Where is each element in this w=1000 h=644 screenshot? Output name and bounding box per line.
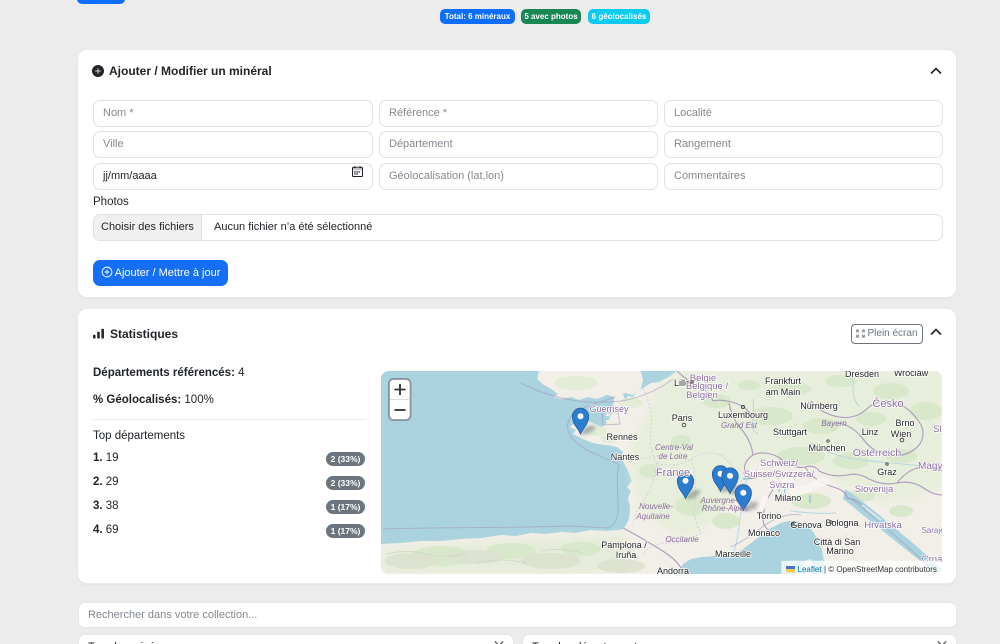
svg-text:Torino: Torino bbox=[757, 511, 782, 521]
svg-text:Brno: Brno bbox=[895, 418, 914, 428]
svg-text:Occitanie: Occitanie bbox=[665, 535, 699, 544]
svg-text:Milano: Milano bbox=[775, 493, 802, 503]
svg-text:Magya: Magya bbox=[918, 461, 942, 472]
svg-text:Rennes: Rennes bbox=[606, 432, 638, 442]
svg-text:München: München bbox=[808, 443, 845, 453]
svg-text:Hrvatska: Hrvatska bbox=[864, 520, 902, 531]
svg-text:Wien: Wien bbox=[891, 429, 912, 439]
svg-text:Genova: Genova bbox=[790, 520, 822, 530]
svg-text:| © OpenStreetMap contributors: | © OpenStreetMap contributors bbox=[824, 565, 937, 574]
svg-text:Monaco: Monaco bbox=[748, 528, 780, 538]
svg-text:Luxembourg: Luxembourg bbox=[718, 410, 768, 420]
svg-text:Slo: Slo bbox=[933, 424, 942, 435]
svg-text:Graz: Graz bbox=[877, 467, 897, 477]
svg-text:Andorra: Andorra bbox=[657, 566, 689, 574]
svg-text:Centre-Val: Centre-Val bbox=[655, 443, 693, 452]
svg-text:Nantes: Nantes bbox=[611, 452, 640, 462]
svg-text:Česko: Česko bbox=[872, 397, 903, 410]
svg-text:Dresden: Dresden bbox=[845, 371, 879, 379]
svg-text:Pamplona /: Pamplona / bbox=[601, 540, 647, 550]
svg-text:Leaflet: Leaflet bbox=[798, 565, 823, 574]
svg-text:Wroclaw: Wroclaw bbox=[894, 371, 929, 378]
svg-text:Marseille: Marseille bbox=[715, 549, 751, 559]
svg-text:Frankfurt: Frankfurt bbox=[765, 376, 802, 386]
svg-text:Grand Est: Grand Est bbox=[721, 421, 758, 430]
svg-text:Österreich: Österreich bbox=[853, 447, 902, 459]
svg-text:Bayern: Bayern bbox=[821, 419, 847, 428]
svg-text:Linz: Linz bbox=[862, 427, 879, 437]
svg-text:Iruña: Iruña bbox=[616, 550, 637, 560]
svg-text:Nouvelle-: Nouvelle- bbox=[639, 502, 673, 511]
svg-text:Suisse/Svizzera/: Suisse/Svizzera/ bbox=[744, 469, 815, 480]
svg-text:Rhône-Alpes: Rhône-Alpes bbox=[702, 504, 748, 513]
svg-text:Belgien: Belgien bbox=[686, 390, 718, 401]
svg-text:Paris: Paris bbox=[672, 413, 693, 423]
svg-text:Stuttgart: Stuttgart bbox=[773, 427, 808, 437]
svg-text:Guernsey: Guernsey bbox=[589, 404, 629, 414]
svg-text:Saraje: Saraje bbox=[921, 526, 942, 535]
svg-text:Nürnberg: Nürnberg bbox=[800, 401, 838, 411]
svg-text:Svizra: Svizra bbox=[769, 480, 794, 490]
svg-text:Aquitaine: Aquitaine bbox=[635, 512, 670, 521]
svg-text:Marino: Marino bbox=[826, 546, 854, 556]
svg-text:de Loire: de Loire bbox=[659, 452, 688, 461]
svg-text:Slovenija: Slovenija bbox=[855, 484, 894, 495]
svg-text:am Main: am Main bbox=[766, 387, 801, 397]
svg-text:Schweiz/: Schweiz/ bbox=[760, 458, 798, 469]
svg-text:France: France bbox=[656, 467, 690, 479]
